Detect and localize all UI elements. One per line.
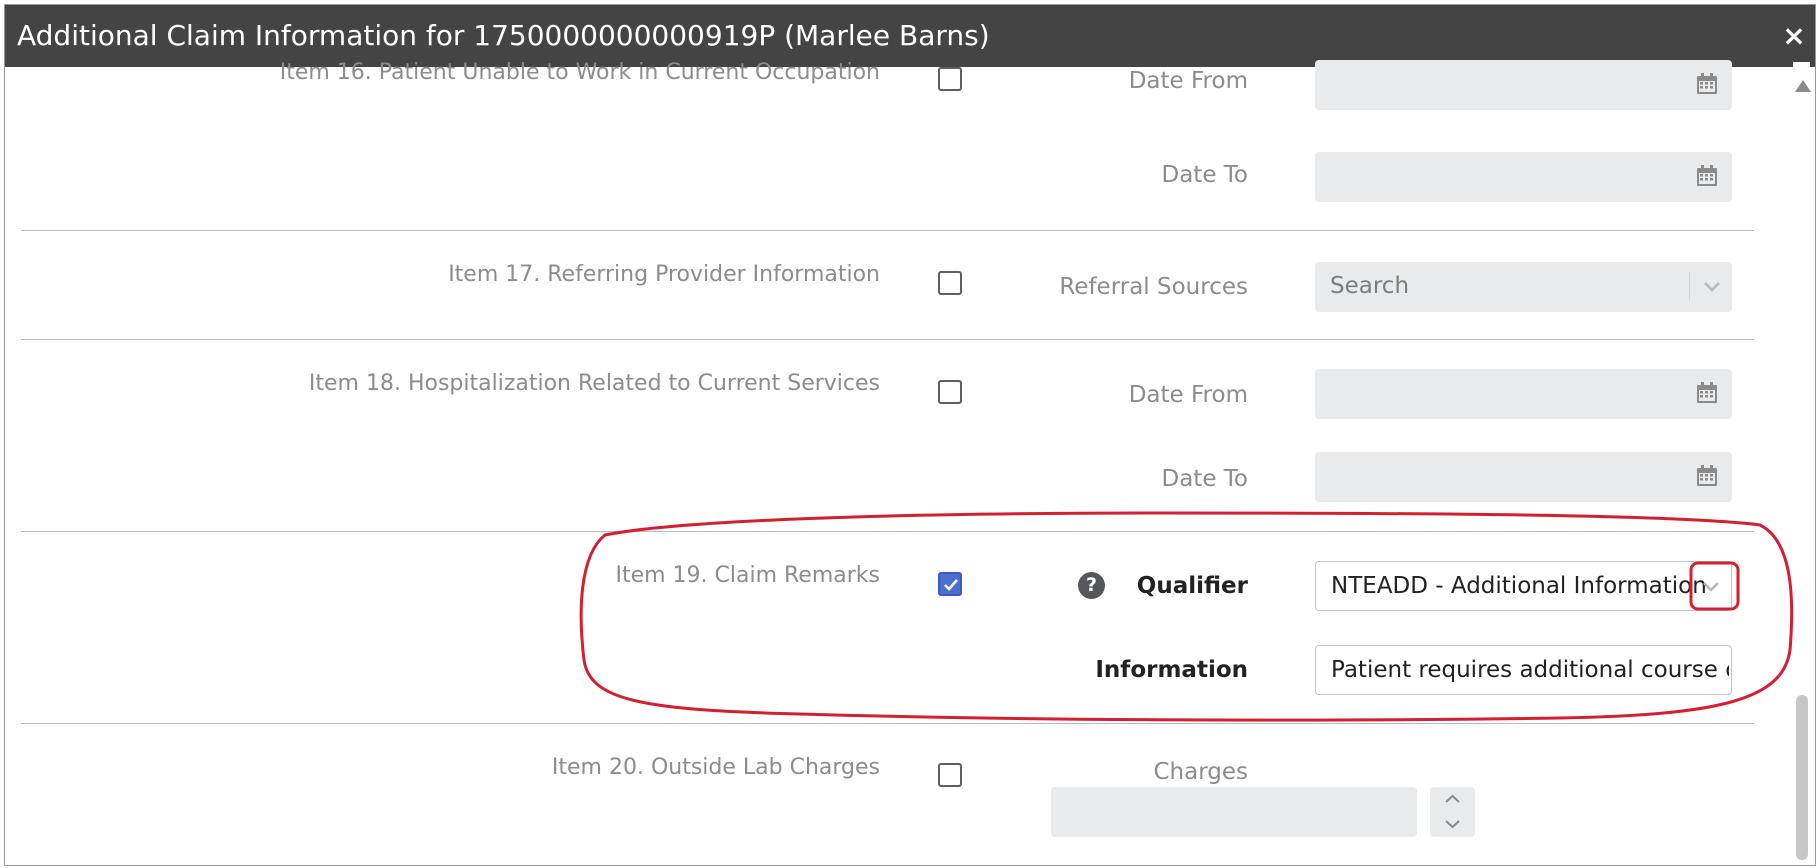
scroll-up-arrow-icon[interactable] <box>1793 74 1813 96</box>
chevron-down-icon[interactable] <box>1701 576 1721 596</box>
close-button[interactable]: × <box>1779 21 1809 51</box>
item17-checkbox[interactable] <box>938 271 962 295</box>
item17-referral-label: Referral Sources <box>1059 274 1248 300</box>
calendar-icon[interactable] <box>1695 72 1719 96</box>
item20-checkbox[interactable] <box>938 763 962 787</box>
scrollbar-thumb[interactable] <box>1796 695 1808 860</box>
check-icon <box>944 579 958 591</box>
chevron-down-icon[interactable] <box>1430 812 1475 837</box>
chevron-up-icon[interactable] <box>1430 787 1475 812</box>
item16-date-to-label: Date To <box>1161 162 1249 188</box>
charges-stepper[interactable] <box>1430 787 1475 837</box>
item18-checkbox[interactable] <box>938 380 962 404</box>
chevron-down-icon[interactable] <box>1702 276 1722 296</box>
section-divider <box>21 230 1754 231</box>
item19-checkbox[interactable] <box>938 572 962 596</box>
item17-label: Item 17. Referring Provider Information <box>448 262 880 287</box>
section-divider <box>21 339 1754 340</box>
item18-date-from-input[interactable] <box>1315 369 1732 419</box>
information-input[interactable] <box>1315 645 1732 695</box>
section-divider <box>21 723 1754 724</box>
calendar-icon[interactable] <box>1695 381 1719 405</box>
question-circle-icon[interactable]: ? <box>1078 572 1105 599</box>
item16-date-from-input[interactable] <box>1315 60 1732 110</box>
calendar-icon[interactable] <box>1695 464 1719 488</box>
charges-input[interactable] <box>1051 787 1417 837</box>
item20-label: Item 20. Outside Lab Charges <box>551 755 880 780</box>
qualifier-select[interactable]: NTEADD - Additional Information <box>1315 561 1732 611</box>
charges-label: Charges <box>1153 759 1248 785</box>
item16-date-to-input[interactable] <box>1315 152 1732 202</box>
calendar-icon[interactable] <box>1695 164 1719 188</box>
item18-label: Item 18. Hospitalization Related to Curr… <box>308 371 880 396</box>
item16-checkbox[interactable] <box>938 67 962 91</box>
item18-date-from-label: Date From <box>1128 382 1248 408</box>
dialog-titlebar: Additional Claim Information for 1750000… <box>5 5 1815 67</box>
referral-sources-placeholder: Search <box>1330 273 1410 299</box>
item16-date-from-label: Date From <box>1128 68 1248 94</box>
dialog-title: Additional Claim Information for 1750000… <box>17 19 990 52</box>
select-separator <box>1689 272 1690 300</box>
information-label: Information <box>1095 657 1248 683</box>
item19-label: Item 19. Claim Remarks <box>615 563 880 588</box>
qualifier-label: Qualifier <box>1136 573 1248 599</box>
section-divider <box>21 531 1754 532</box>
qualifier-value: NTEADD - Additional Information <box>1331 573 1707 599</box>
item18-date-to-label: Date To <box>1161 466 1249 492</box>
referral-sources-select[interactable]: Search <box>1315 262 1732 312</box>
item16-label: Item 16. Patient Unable to Work in Curre… <box>279 60 880 85</box>
item18-date-to-input[interactable] <box>1315 452 1732 502</box>
